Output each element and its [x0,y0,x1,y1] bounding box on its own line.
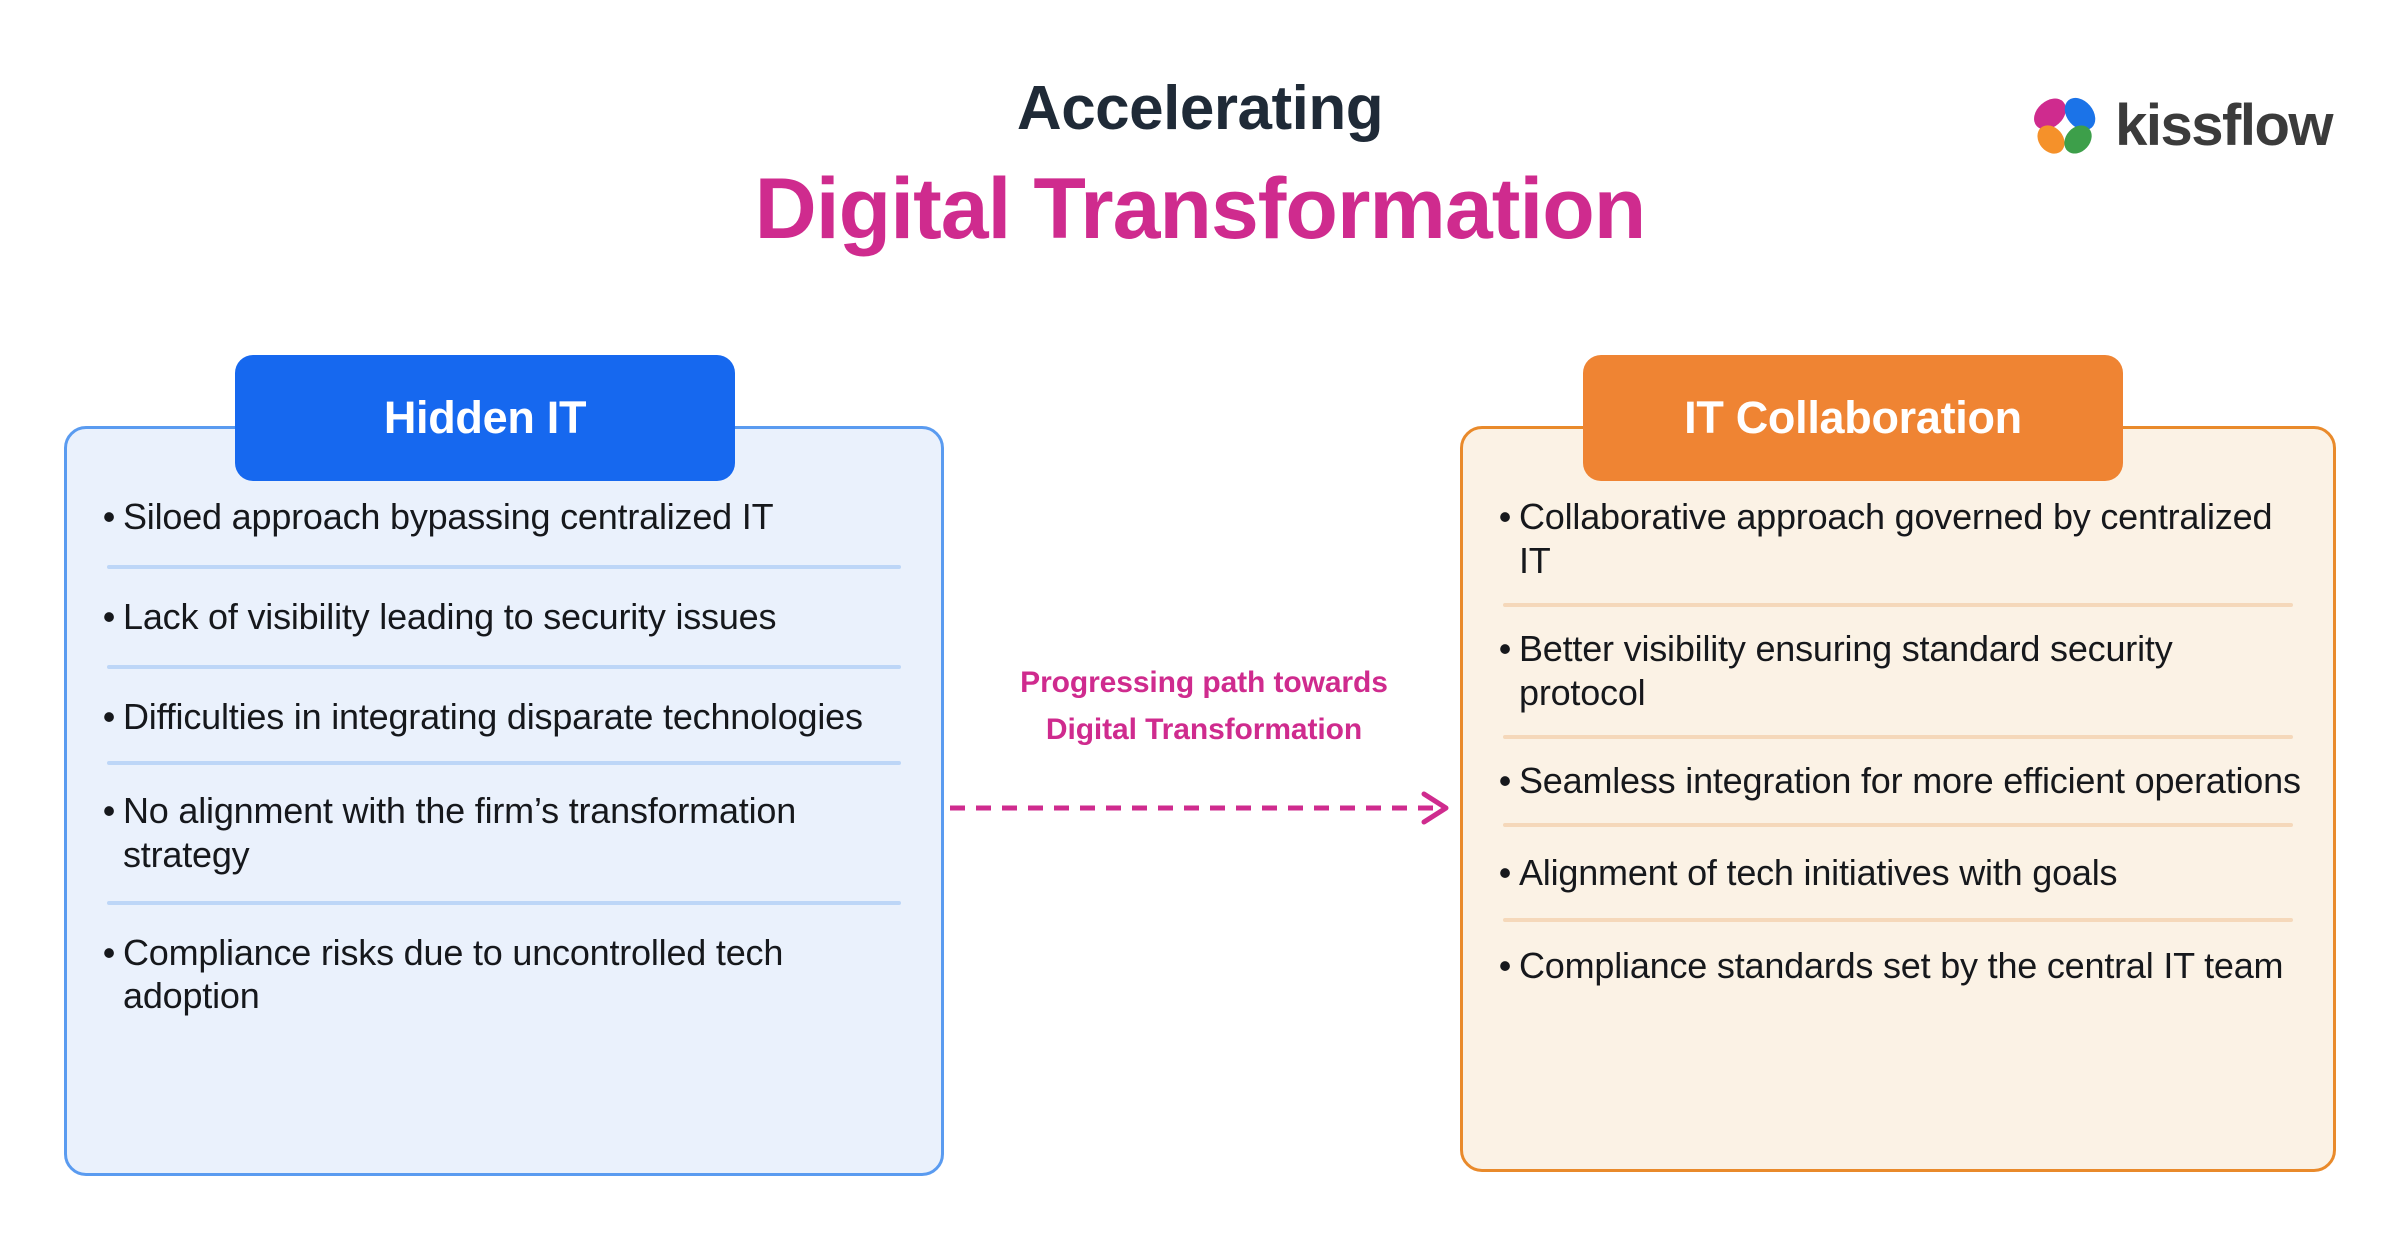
it-collaboration-heading: IT Collaboration [1583,355,2123,481]
kissflow-logo: kissflow [2028,91,2333,159]
list-item-text: Seamless integration for more efficient … [1519,759,2301,801]
list-item-text: Collaborative approach governed by centr… [1519,496,2273,581]
bullet-dot-icon: • [102,496,116,537]
connector-label-line-2: Digital Transformation [1045,712,1363,746]
kissflow-butterfly-mark-icon [2028,91,2102,159]
list-item: • Collaborative approach governed by cent… [1491,487,2305,603]
bullet-dot-icon: • [1498,627,1512,669]
list-item-text: Lack of visibility leading to security i… [123,595,777,637]
it-collaboration-panel: IT Collaboration • Collaborative approach… [1460,355,2336,1172]
header: Accelerating Digital Transformation kiss… [0,0,2400,300]
list-item-text: Alignment of tech initiatives with goals [1519,851,2118,893]
bullet-dot-icon: • [102,595,116,637]
connector-label-line-1: Progressing path towards [1020,666,1388,699]
bullet-dot-icon: • [102,789,116,831]
bullet-dot-icon: • [1498,759,1512,801]
list-item: • No alignment with the firm’s transforma… [95,765,913,901]
dashed-arrow-right-icon [950,791,1449,825]
bullet-dot-icon: • [1498,851,1512,893]
list-item: • Siloed approach bypassing centralized I… [95,487,913,565]
list-item-text: Siloed approach bypassing centralized IT [123,496,774,537]
bullet-dot-icon: • [1498,496,1512,537]
hidden-it-panel: Hidden IT • Siloed approach bypassing cen… [64,355,944,1176]
list-item-text: Compliance standards set by the central … [1519,945,2284,987]
list-item: • Seamless integration for more efficient… [1491,739,2305,823]
list-item: • Better visibility ensuring standard sec… [1491,607,2305,735]
title-line-2: Digital Transformation [754,161,1647,257]
list-item: • Lack of visibility leading to security … [95,569,913,665]
list-item-text: No alignment with the firm’s transformat… [123,789,797,875]
infographic-canvas: Accelerating Digital Transformation kiss… [0,0,2400,1260]
list-item-text: Better visibility ensuring standard secu… [1519,627,2173,713]
list-item: • Difficulties in integrating disparate t… [95,669,913,761]
logo-wordmark: kissflow [2115,93,2333,158]
list-item-text: Difficulties in integrating disparate te… [123,695,863,737]
bullet-dot-icon: • [102,931,116,973]
bullet-dot-icon: • [102,695,116,737]
progression-connector: Progressing path towards Digital Transfo… [948,660,1460,860]
connector-label: Progressing path towards Digital Transfo… [948,660,1460,753]
hidden-it-list: • Siloed approach bypassing centralized I… [67,487,941,1026]
bullet-dot-icon: • [1498,945,1512,987]
hidden-it-heading: Hidden IT [235,355,735,481]
list-item-text: Compliance risks due to uncontrolled tec… [123,931,784,1017]
it-collaboration-list: • Collaborative approach governed by cent… [1463,487,2333,996]
list-item: • Compliance standards set by the central… [1491,922,2305,996]
list-item: • Compliance risks due to uncontrolled te… [95,905,913,1027]
list-item: • Alignment of tech initiatives with goal… [1491,827,2305,919]
